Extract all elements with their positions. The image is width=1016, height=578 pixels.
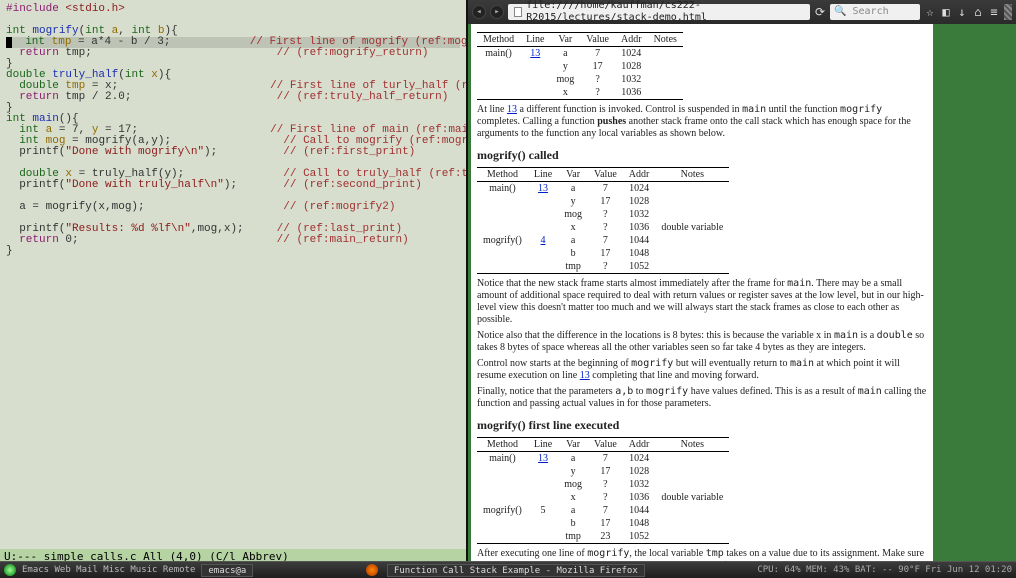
line-link[interactable]: 13 <box>530 48 540 59</box>
table-row: mogrify()5a71044 <box>477 504 729 517</box>
para: At line 13 a different function is invok… <box>477 104 927 140</box>
table-row: y171028 <box>477 60 683 73</box>
download-icon[interactable]: ↓ <box>956 5 968 19</box>
table-row: b171048 <box>477 517 729 530</box>
url-text: file:////home/kauffman/cs222-R2015/lectu… <box>526 0 804 24</box>
modeline: U:--- simple_calls.c All (4,0) (C/l Abbr… <box>0 549 466 561</box>
taskbar-item-firefox[interactable]: Function Call Stack Example - Mozilla Fi… <box>387 564 645 577</box>
browser-toolbar: ◂ ▸ file:////home/kauffman/cs222-R2015/l… <box>468 0 1016 24</box>
line-link[interactable]: 13 <box>580 370 590 381</box>
system-tray[interactable]: CPU: 64% MEM: 43% BAT: -- 90°F Fri Jun 1… <box>757 565 1012 575</box>
code-line-1b: <stdio.h> <box>65 3 124 15</box>
menu-icon[interactable]: ≡ <box>988 5 1000 19</box>
table-row: x?1036 <box>477 86 683 100</box>
back-button[interactable]: ◂ <box>472 5 486 19</box>
stack-table-1: Method Line Var Value Addr Notes main()1… <box>477 32 683 100</box>
para: Control now starts at the beginning of m… <box>477 358 927 382</box>
editor-pane: #include <stdio.h> int mogrify(int a, in… <box>0 0 466 561</box>
table-row: main()13a71024 <box>477 452 729 466</box>
window-resize-grip[interactable] <box>1004 4 1012 20</box>
para: Notice also that the difference in the l… <box>477 330 927 354</box>
page-content: Method Line Var Value Addr Notes main()1… <box>471 24 933 561</box>
line-link[interactable]: 13 <box>538 453 548 464</box>
para: After executing one line of mogrify, the… <box>477 548 927 561</box>
para: Notice that the new stack frame starts a… <box>477 278 927 326</box>
stack-table-2: MethodLineVarValueAddrNotes main()13a710… <box>477 167 729 274</box>
start-icon[interactable] <box>4 564 16 576</box>
code-line-1a: #include <box>6 3 65 15</box>
code-editor[interactable]: #include <stdio.h> int mogrify(int a, in… <box>0 0 466 549</box>
search-placeholder: Search <box>852 6 888 17</box>
table-row: y171028 <box>477 195 729 208</box>
line-link[interactable]: 13 <box>538 183 548 194</box>
star-icon[interactable]: ☆ <box>924 5 936 19</box>
forward-button[interactable]: ▸ <box>490 5 504 19</box>
search-icon: 🔍 <box>834 6 846 17</box>
table-row: b171048 <box>477 247 729 260</box>
table-row: y171028 <box>477 465 729 478</box>
browser-pane: ◂ ▸ file:////home/kauffman/cs222-R2015/l… <box>466 0 1016 561</box>
home-icon[interactable]: ⌂ <box>972 5 984 19</box>
url-bar[interactable]: file:////home/kauffman/cs222-R2015/lectu… <box>508 4 810 20</box>
taskbar-applets[interactable]: Emacs Web Mail Misc Music Remote <box>22 565 195 575</box>
search-bar[interactable]: 🔍 Search <box>830 4 920 20</box>
table-row: x?1036double variable <box>477 491 729 504</box>
table-row: x?1036double variable <box>477 221 729 234</box>
table-row: tmp231052 <box>477 530 729 544</box>
heading-mogrify-called: mogrify() called <box>477 148 927 163</box>
table-row: tmp?1052 <box>477 260 729 274</box>
taskbar: Emacs Web Mail Misc Music Remote emacs@a… <box>0 561 1016 578</box>
browser-viewport[interactable]: Method Line Var Value Addr Notes main()1… <box>468 24 1016 561</box>
bookmark-icon[interactable]: ◧ <box>940 5 952 19</box>
firefox-icon[interactable] <box>366 564 378 576</box>
table-row: mog?1032 <box>477 208 729 221</box>
heading-mogrify-first-line: mogrify() first line executed <box>477 418 927 433</box>
taskbar-item-emacs[interactable]: emacs@a <box>201 564 253 577</box>
para: Finally, notice that the parameters a,b … <box>477 386 927 410</box>
line-link[interactable]: 4 <box>541 235 546 246</box>
reload-icon[interactable]: ⟳ <box>814 5 826 19</box>
file-icon <box>514 7 522 17</box>
stack-table-3: MethodLineVarValueAddrNotes main()13a710… <box>477 437 729 544</box>
line-link[interactable]: 13 <box>507 104 517 115</box>
table-row: mog?1032 <box>477 478 729 491</box>
table-row: mog?1032 <box>477 73 683 86</box>
table-row: mogrify()4a71044 <box>477 234 729 247</box>
table-row: main()13a71024 <box>477 182 729 196</box>
table-row: main()13a71024 <box>477 47 683 61</box>
